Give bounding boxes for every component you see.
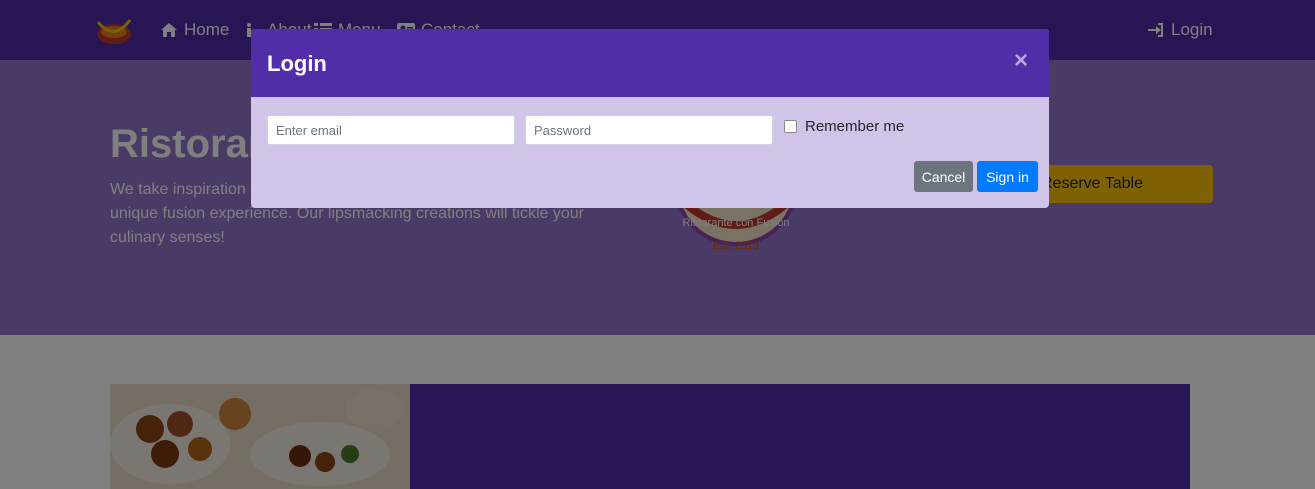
close-icon[interactable]: × (1014, 49, 1028, 73)
sign-in-button[interactable]: Sign in (977, 161, 1038, 192)
modal-header: Login × (251, 29, 1049, 97)
cancel-button[interactable]: Cancel (914, 161, 973, 192)
remember-checkbox[interactable] (784, 120, 797, 133)
remember-me[interactable]: Remember me (784, 118, 904, 135)
email-field[interactable] (267, 115, 515, 145)
remember-label: Remember me (805, 118, 905, 135)
modal-title: Login (267, 51, 327, 76)
login-modal: Login × Remember me Cancel Sign in (251, 29, 1049, 208)
password-field[interactable] (525, 115, 773, 145)
